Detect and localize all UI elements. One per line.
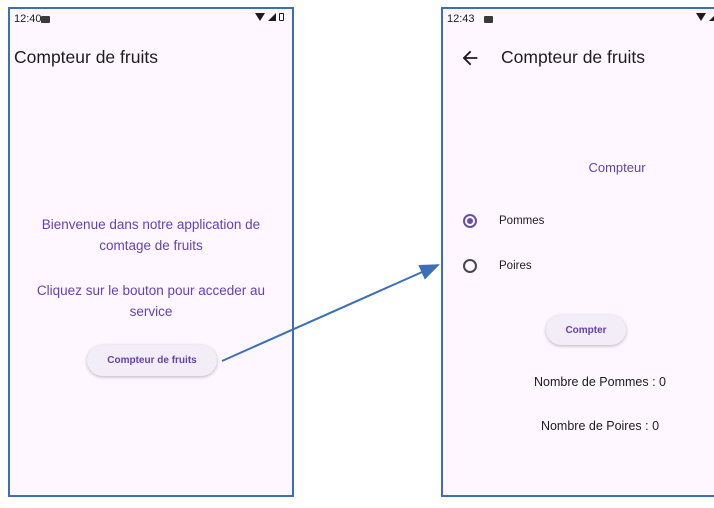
flow-arrow-icon	[221, 264, 440, 362]
